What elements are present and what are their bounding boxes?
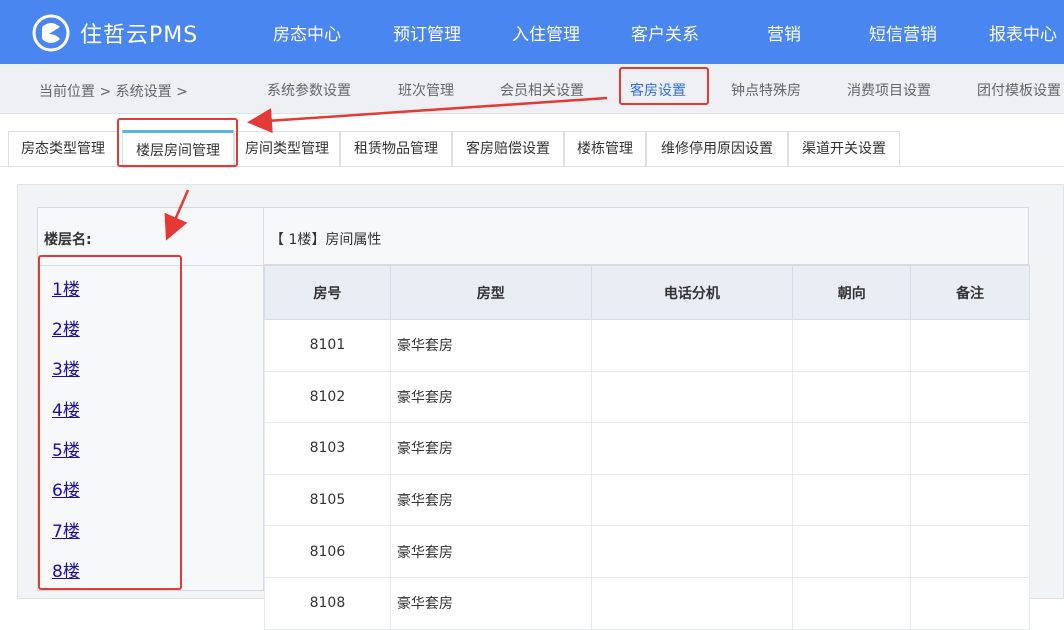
nav-customer-relations[interactable]: 客户关系 xyxy=(631,20,699,45)
brand-logo-icon xyxy=(32,14,70,52)
table-row[interactable]: 8108 豪华套房 xyxy=(264,576,1030,630)
floor-link-5[interactable]: 5楼 xyxy=(52,436,80,461)
table-header-row: 房号 房型 电话分机 朝向 备注 xyxy=(264,265,1030,320)
cell-orientation xyxy=(792,525,912,578)
cell-remarks xyxy=(910,525,1030,578)
cell-room-number: 8102 xyxy=(264,370,391,424)
col-header-room-type: 房型 xyxy=(389,265,592,320)
nav-reservation[interactable]: 预订管理 xyxy=(393,20,461,45)
nav-sms-marketing[interactable]: 短信营销 xyxy=(869,20,937,45)
tab-channel-switch[interactable]: 渠道开关设置 xyxy=(788,131,900,167)
cell-room-type: 豪华套房 xyxy=(389,422,592,475)
subnav-system-params[interactable]: 系统参数设置 xyxy=(267,80,351,100)
floor-link-4[interactable]: 4楼 xyxy=(52,396,80,421)
cell-room-type: 豪华套房 xyxy=(389,319,592,372)
cell-remarks xyxy=(910,319,1030,372)
breadcrumb: 当前位置 > 系统设置 > xyxy=(39,84,188,100)
table-row[interactable]: 8101 豪华套房 xyxy=(264,319,1030,372)
room-table: 房号 房型 电话分机 朝向 备注 8101 豪华套房 8102 豪华套房 810… xyxy=(264,265,1030,630)
room-attributes-header: 【 1楼】房间属性 xyxy=(264,207,1029,265)
sub-nav-bar: 当前位置 > 系统设置 > 系统参数设置 班次管理 会员相关设置 客房设置 钟点… xyxy=(0,64,1064,114)
tab-room-compensation[interactable]: 客房赔偿设置 xyxy=(452,131,564,167)
brand-name: 住哲云PMS xyxy=(80,23,199,48)
nav-room-status-center[interactable]: 房态中心 xyxy=(273,20,341,45)
col-header-phone-extension: 电话分机 xyxy=(590,265,794,320)
nav-marketing[interactable]: 营销 xyxy=(767,20,801,45)
tab-room-type-management[interactable]: 房间类型管理 xyxy=(234,131,340,167)
tab-maintenance-reasons[interactable]: 维修停用原因设置 xyxy=(646,131,788,167)
cell-room-number: 8105 xyxy=(264,473,391,527)
cell-phone-extension xyxy=(590,473,794,527)
table-row[interactable]: 8106 豪华套房 xyxy=(264,525,1030,578)
tab-room-status-types[interactable]: 房态类型管理 xyxy=(8,131,118,167)
cell-phone-extension xyxy=(590,525,794,578)
cell-remarks xyxy=(910,370,1030,424)
floor-list-header: 楼层名: xyxy=(38,208,263,266)
subnav-hourly-special-room[interactable]: 钟点特殊房 xyxy=(731,80,801,100)
col-header-room-number: 房号 xyxy=(264,265,391,320)
cell-room-type: 豪华套房 xyxy=(389,576,592,630)
cell-remarks xyxy=(910,576,1030,630)
nav-check-in[interactable]: 入住管理 xyxy=(512,20,580,45)
cell-room-number: 8101 xyxy=(264,319,391,372)
tab-building-management[interactable]: 楼栋管理 xyxy=(564,131,646,167)
cell-phone-extension xyxy=(590,370,794,424)
cell-room-type: 豪华套房 xyxy=(389,525,592,578)
cell-room-number: 8108 xyxy=(264,576,391,630)
cell-room-number: 8106 xyxy=(264,525,391,578)
cell-orientation xyxy=(792,473,912,527)
cell-phone-extension xyxy=(590,576,794,630)
cell-room-type: 豪华套房 xyxy=(389,473,592,527)
table-row[interactable]: 8105 豪华套房 xyxy=(264,473,1030,527)
floor-link-3[interactable]: 3楼 xyxy=(52,355,80,380)
table-row[interactable]: 8103 豪华套房 xyxy=(264,422,1030,475)
subnav-shift-management[interactable]: 班次管理 xyxy=(398,80,454,100)
cell-phone-extension xyxy=(590,422,794,475)
floor-list-panel: 楼层名: 1楼 2楼 3楼 4楼 5楼 6楼 7楼 8楼 xyxy=(37,207,264,591)
floor-link-1[interactable]: 1楼 xyxy=(52,275,80,300)
floor-link-8[interactable]: 8楼 xyxy=(52,557,80,582)
cell-orientation xyxy=(792,370,912,424)
col-header-remarks: 备注 xyxy=(910,265,1030,320)
col-header-orientation: 朝向 xyxy=(792,265,912,320)
cell-remarks xyxy=(910,473,1030,527)
top-nav-bar: 住哲云PMS 房态中心 预订管理 入住管理 客户关系 营销 短信营销 报表中心 xyxy=(0,0,1064,64)
tab-rental-items[interactable]: 租赁物品管理 xyxy=(340,131,452,167)
floor-link-2[interactable]: 2楼 xyxy=(52,315,80,340)
table-row[interactable]: 8102 豪华套房 xyxy=(264,370,1030,424)
cell-remarks xyxy=(910,422,1030,475)
subnav-consumption-items[interactable]: 消费项目设置 xyxy=(847,80,931,100)
cell-room-type: 豪华套房 xyxy=(389,370,592,424)
nav-report-center[interactable]: 报表中心 xyxy=(989,20,1057,45)
floor-link-6[interactable]: 6楼 xyxy=(52,476,80,501)
cell-phone-extension xyxy=(590,319,794,372)
cell-room-number: 8103 xyxy=(264,422,391,475)
cell-orientation xyxy=(792,576,912,630)
floor-link-7[interactable]: 7楼 xyxy=(52,517,80,542)
cell-orientation xyxy=(792,319,912,372)
subnav-group-template[interactable]: 团付模板设置 xyxy=(977,80,1061,100)
cell-orientation xyxy=(792,422,912,475)
tab-floor-room-management[interactable]: 楼层房间管理 xyxy=(122,130,234,168)
subnav-member-settings[interactable]: 会员相关设置 xyxy=(500,80,584,100)
subnav-room-settings[interactable]: 客房设置 xyxy=(630,80,686,100)
